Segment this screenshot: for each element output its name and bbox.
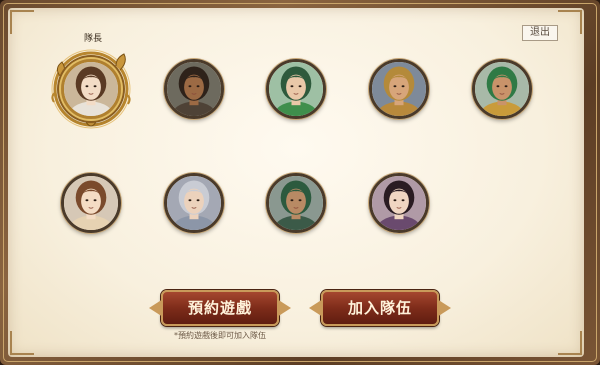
- female-long-brown-hair-portrait: [64, 62, 118, 116]
- green-hat-long-beard-warrior-portrait: [269, 176, 323, 230]
- avatar-member-4[interactable]: [369, 59, 429, 119]
- avatar-member-8[interactable]: [266, 173, 326, 233]
- exit-button[interactable]: 退出: [522, 25, 558, 41]
- green-armored-warrior-portrait: [269, 62, 323, 116]
- golden-helmet-warrior-portrait: [372, 62, 426, 116]
- join-team-button[interactable]: 加入隊伍: [309, 290, 451, 326]
- female-dark-hair-ornaments-portrait: [372, 176, 426, 230]
- silver-haired-strategist-portrait: [167, 176, 221, 230]
- avatar-leader[interactable]: [61, 59, 121, 119]
- reserve-game-button[interactable]: 預約遊戲: [149, 290, 291, 326]
- corner-ornament: [558, 331, 582, 355]
- corner-ornament: [10, 10, 34, 34]
- bearded-warrior-dark-portrait: [167, 62, 221, 116]
- reserve-game-label: 預約遊戲: [187, 299, 252, 317]
- green-cap-bearded-general-portrait: [475, 62, 529, 116]
- avatar-member-3[interactable]: [266, 59, 326, 119]
- join-team-label: 加入隊伍: [347, 299, 412, 317]
- avatar-member-9[interactable]: [369, 173, 429, 233]
- avatar-member-6[interactable]: [61, 173, 121, 233]
- leader-label: 隊長: [83, 34, 102, 44]
- avatar-member-2[interactable]: [164, 59, 224, 119]
- reserve-hint-text: *預約遊戲後即可加入隊伍: [174, 331, 266, 340]
- female-with-flower-portrait: [64, 176, 118, 230]
- avatar-member-5[interactable]: [472, 59, 532, 119]
- avatar-member-7[interactable]: [164, 173, 224, 233]
- corner-ornament: [558, 10, 582, 34]
- corner-ornament: [10, 331, 34, 355]
